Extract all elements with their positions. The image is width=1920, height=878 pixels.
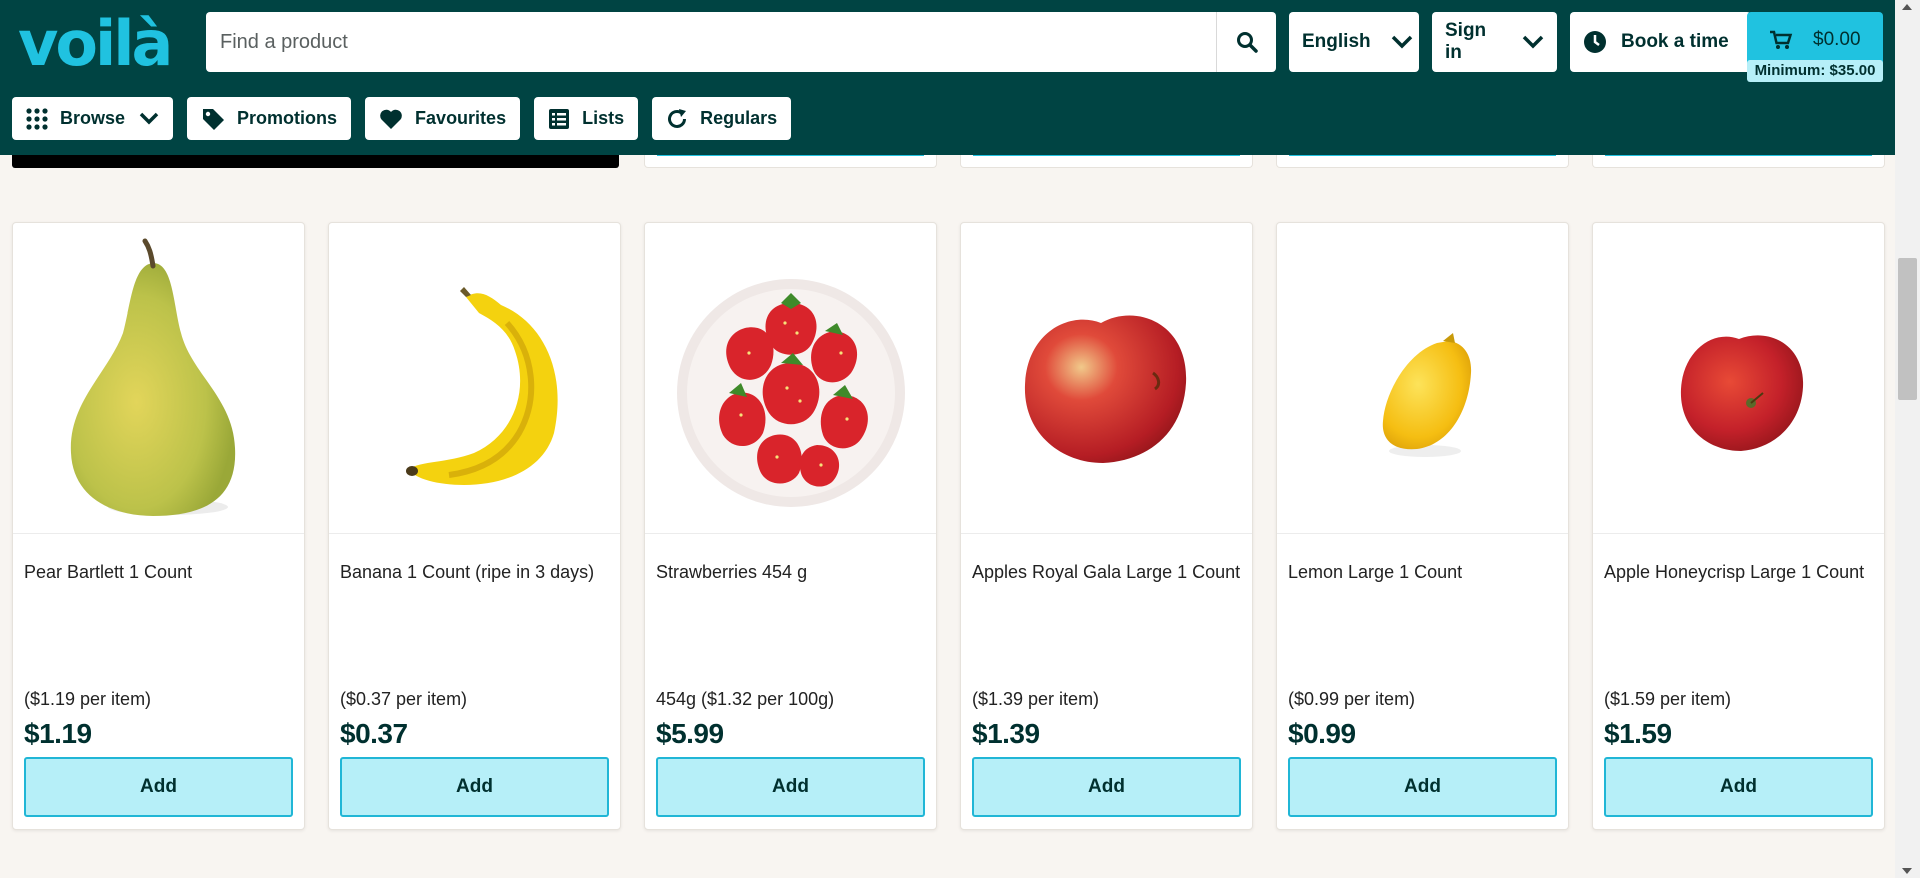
product-unit-price: ($1.39 per item) <box>972 689 1100 709</box>
product-price: $5.99 <box>656 718 724 749</box>
product-name[interactable]: Pear Bartlett 1 Count <box>24 557 296 587</box>
product-unit-price: ($0.99 per item) <box>1288 689 1416 709</box>
product-name[interactable]: Apple Honeycrisp Large 1 Count <box>1604 557 1876 587</box>
language-label: English <box>1302 31 1371 52</box>
search-button[interactable] <box>1216 12 1276 72</box>
lists-label: Lists <box>582 108 625 128</box>
signin-button[interactable]: Sign in <box>1432 12 1557 72</box>
add-to-cart-button[interactable]: Add <box>656 757 925 817</box>
clock-icon <box>1584 31 1606 53</box>
product-image-lemon[interactable] <box>1277 223 1568 534</box>
cart-button[interactable]: $0.00 <box>1747 12 1883 67</box>
heart-icon <box>380 109 402 129</box>
product-name[interactable]: Lemon Large 1 Count <box>1288 557 1560 587</box>
product-image-banana[interactable] <box>329 223 620 534</box>
scroll-up-arrow-icon[interactable] <box>1902 4 1912 10</box>
grid-icon <box>26 107 48 130</box>
scroll-down-arrow-icon[interactable] <box>1902 868 1912 874</box>
product-name[interactable]: Strawberries 454 g <box>656 557 928 587</box>
cart-icon <box>1770 30 1793 49</box>
signin-label: Sign in <box>1445 20 1487 63</box>
product-name[interactable]: Banana 1 Count (ripe in 3 days) <box>340 557 612 587</box>
product-image-apple-honeycrisp[interactable] <box>1593 223 1884 534</box>
product-image-strawberries[interactable] <box>645 223 936 534</box>
product-unit-price: ($1.19 per item) <box>24 689 152 709</box>
add-to-cart-button[interactable]: Add <box>24 757 293 817</box>
add-to-cart-button[interactable]: Add <box>972 757 1241 817</box>
regulars-button[interactable]: Regulars <box>652 97 792 140</box>
product-price: $0.99 <box>1288 718 1356 749</box>
add-to-cart-button[interactable]: Add <box>340 757 609 817</box>
promotions-button[interactable]: Promotions <box>187 97 352 140</box>
voila-logo[interactable]: voilà <box>18 10 173 78</box>
search-bar <box>206 12 1276 72</box>
lists-button[interactable]: Lists <box>534 97 639 140</box>
browse-label: Browse <box>60 108 126 128</box>
product-image-apple-gala[interactable] <box>961 223 1252 534</box>
site-header: voilà English Sign in Book a time $0.00 … <box>0 0 1895 155</box>
book-a-time-button[interactable]: Book a time <box>1570 12 1751 72</box>
product-image-pear[interactable] <box>13 223 304 534</box>
favourites-button[interactable]: Favourites <box>365 97 521 140</box>
search-input[interactable] <box>206 12 1216 72</box>
product-card[interactable]: Strawberries 454 g 454g ($1.32 per 100g)… <box>644 222 937 830</box>
product-unit-price: ($1.59 per item) <box>1604 689 1732 709</box>
product-card[interactable]: Apple Honeycrisp Large 1 Count ($1.59 pe… <box>1592 222 1885 830</box>
add-to-cart-button[interactable]: Add <box>1288 757 1557 817</box>
promotions-label: Promotions <box>237 108 338 128</box>
product-card[interactable]: Apples Royal Gala Large 1 Count ($1.39 p… <box>960 222 1253 830</box>
product-card[interactable]: Banana 1 Count (ripe in 3 days) ($0.37 p… <box>328 222 621 830</box>
chevron-down-icon <box>1522 35 1544 49</box>
product-price: $0.37 <box>340 718 408 749</box>
language-selector[interactable]: English <box>1289 12 1419 72</box>
tag-icon <box>203 108 225 130</box>
scrollbar-thumb[interactable] <box>1898 258 1917 400</box>
nav-bar: Browse Promotions Favourites Lists Regul… <box>12 97 792 140</box>
product-price: $1.19 <box>24 718 92 749</box>
product-card[interactable]: Pear Bartlett 1 Count ($1.19 per item) $… <box>12 222 305 830</box>
product-price: $1.39 <box>972 718 1040 749</box>
product-name[interactable]: Apples Royal Gala Large 1 Count <box>972 557 1244 587</box>
cart-total: $0.00 <box>1813 28 1861 50</box>
search-icon <box>1236 32 1258 53</box>
book-a-time-label: Book a time <box>1621 31 1729 52</box>
product-price: $1.59 <box>1604 718 1672 749</box>
product-card[interactable]: Lemon Large 1 Count ($0.99 per item) $0.… <box>1276 222 1569 830</box>
browse-button[interactable]: Browse <box>12 97 174 140</box>
cart-minimum-badge: Minimum: $35.00 <box>1747 60 1883 82</box>
favourites-label: Favourites <box>415 108 507 128</box>
product-unit-price: ($0.37 per item) <box>340 689 468 709</box>
chevron-down-icon <box>1391 35 1412 49</box>
page-scrollbar[interactable] <box>1895 0 1920 878</box>
regulars-label: Regulars <box>700 108 778 128</box>
add-to-cart-button[interactable]: Add <box>1604 757 1873 817</box>
chevron-down-icon <box>139 112 159 125</box>
product-unit-price: 454g ($1.32 per 100g) <box>656 689 835 709</box>
refresh-icon <box>668 108 687 128</box>
list-icon <box>549 108 570 129</box>
